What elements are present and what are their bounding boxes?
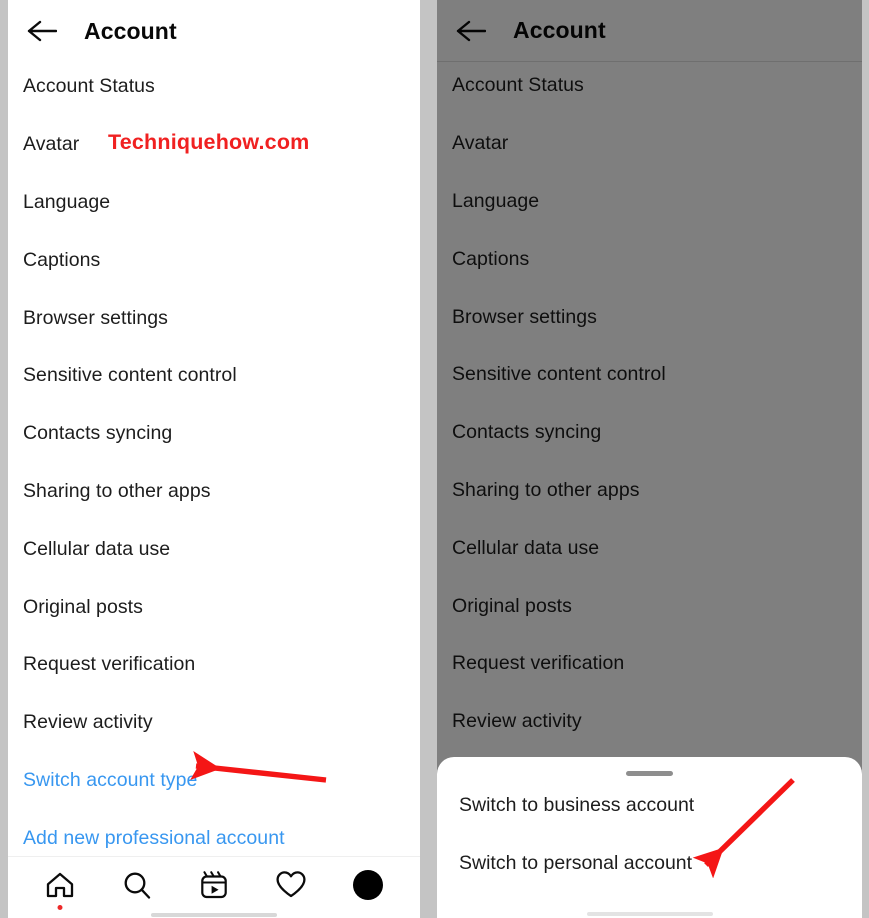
page-title: Account [84, 17, 177, 44]
heart-icon[interactable] [269, 865, 313, 905]
settings-item-label: Add new professional account [23, 826, 285, 849]
settings-item-captions[interactable]: Captions [23, 231, 420, 289]
settings-item-request-verification[interactable]: Request verification [452, 635, 862, 693]
page-title: Account [513, 17, 606, 43]
settings-item-sharing-to-other-apps[interactable]: Sharing to other apps [452, 462, 862, 520]
settings-item-label: Captions [23, 248, 101, 271]
settings-item-label: Captions [452, 247, 530, 270]
settings-item-label: Cellular data use [23, 537, 171, 560]
settings-item-label: Account Status [452, 74, 584, 97]
right-settings-list: Account Status Avatar Language Captions … [437, 57, 862, 751]
profile-avatar-icon[interactable] [346, 865, 390, 905]
settings-item-label: Request verification [23, 653, 196, 676]
sheet-option-switch-to-business-account[interactable]: Switch to business account [459, 776, 840, 834]
settings-item-label: Browser settings [452, 305, 597, 328]
settings-item-label: Contacts syncing [23, 422, 173, 445]
settings-item-review-activity[interactable]: Review activity [23, 694, 420, 752]
settings-item-switch-account-type[interactable]: Switch account type [23, 752, 420, 810]
settings-item-cellular-data-use[interactable]: Cellular data use [23, 520, 420, 578]
settings-item-label: Review activity [23, 711, 153, 734]
settings-item-browser-settings[interactable]: Browser settings [452, 288, 862, 346]
settings-item-label: Avatar [452, 132, 509, 155]
system-gesture-bar [586, 912, 713, 916]
left-settings-list: Account Status Avatar Language Captions … [8, 58, 420, 867]
settings-item-sensitive-content-control[interactable]: Sensitive content control [23, 347, 420, 405]
settings-item-review-activity[interactable]: Review activity [452, 693, 862, 751]
settings-item-sensitive-content-control[interactable]: Sensitive content control [452, 346, 862, 404]
sheet-option-label: Switch to business account [459, 793, 695, 816]
settings-item-label: Cellular data use [452, 536, 600, 559]
settings-item-label: Browser settings [23, 306, 168, 329]
settings-item-label: Language [23, 190, 111, 213]
sheet-option-label: Switch to personal account [459, 851, 693, 874]
settings-item-label: Review activity [452, 710, 582, 733]
settings-item-label: Sharing to other apps [23, 479, 211, 502]
left-phone-screen: Account Account Status Avatar Language C… [8, 0, 420, 918]
settings-item-browser-settings[interactable]: Browser settings [23, 289, 420, 347]
account-type-bottom-sheet: Switch to business account Switch to per… [437, 757, 862, 918]
settings-item-cellular-data-use[interactable]: Cellular data use [452, 519, 862, 577]
settings-item-label: Sharing to other apps [452, 478, 640, 501]
system-gesture-bar [151, 913, 277, 917]
right-phone-screen: Account Account Status Avatar Language C… [437, 0, 862, 918]
back-arrow-icon[interactable] [22, 16, 62, 46]
settings-item-label: Contacts syncing [452, 421, 602, 444]
sheet-option-switch-to-personal-account[interactable]: Switch to personal account [459, 834, 840, 892]
back-arrow-icon[interactable] [451, 16, 491, 46]
settings-item-request-verification[interactable]: Request verification [23, 636, 420, 694]
settings-item-label: Request verification [452, 652, 625, 675]
watermark: Techniquehow.com [108, 130, 310, 154]
settings-item-contacts-syncing[interactable]: Contacts syncing [452, 404, 862, 462]
bottom-navigation-bar [8, 856, 420, 918]
settings-item-label: Sensitive content control [452, 363, 666, 386]
settings-item-language[interactable]: Language [23, 174, 420, 232]
settings-item-account-status[interactable]: Account Status [23, 58, 420, 116]
settings-item-label: Original posts [452, 594, 572, 617]
settings-item-language[interactable]: Language [452, 173, 862, 231]
screenshot-root: Account Account Status Avatar Language C… [0, 0, 869, 918]
settings-item-contacts-syncing[interactable]: Contacts syncing [23, 405, 420, 463]
settings-item-sharing-to-other-apps[interactable]: Sharing to other apps [23, 463, 420, 521]
settings-item-label: Switch account type [23, 768, 198, 791]
right-screen-header: Account [437, 0, 862, 62]
settings-item-avatar[interactable]: Avatar [452, 115, 862, 173]
settings-item-account-status[interactable]: Account Status [452, 57, 862, 115]
home-icon[interactable] [38, 865, 82, 910]
settings-item-label: Avatar [23, 133, 80, 156]
settings-item-label: Sensitive content control [23, 364, 237, 387]
reels-icon[interactable] [192, 865, 236, 905]
left-screen-header: Account [8, 0, 420, 62]
settings-item-original-posts[interactable]: Original posts [23, 578, 420, 636]
settings-item-label: Language [452, 189, 540, 212]
settings-item-captions[interactable]: Captions [452, 230, 862, 288]
settings-item-label: Account Status [23, 75, 155, 98]
search-icon[interactable] [115, 865, 159, 905]
settings-item-original-posts[interactable]: Original posts [452, 577, 862, 635]
home-active-dot [57, 904, 63, 910]
avatar [352, 869, 383, 900]
settings-item-label: Original posts [23, 595, 143, 618]
